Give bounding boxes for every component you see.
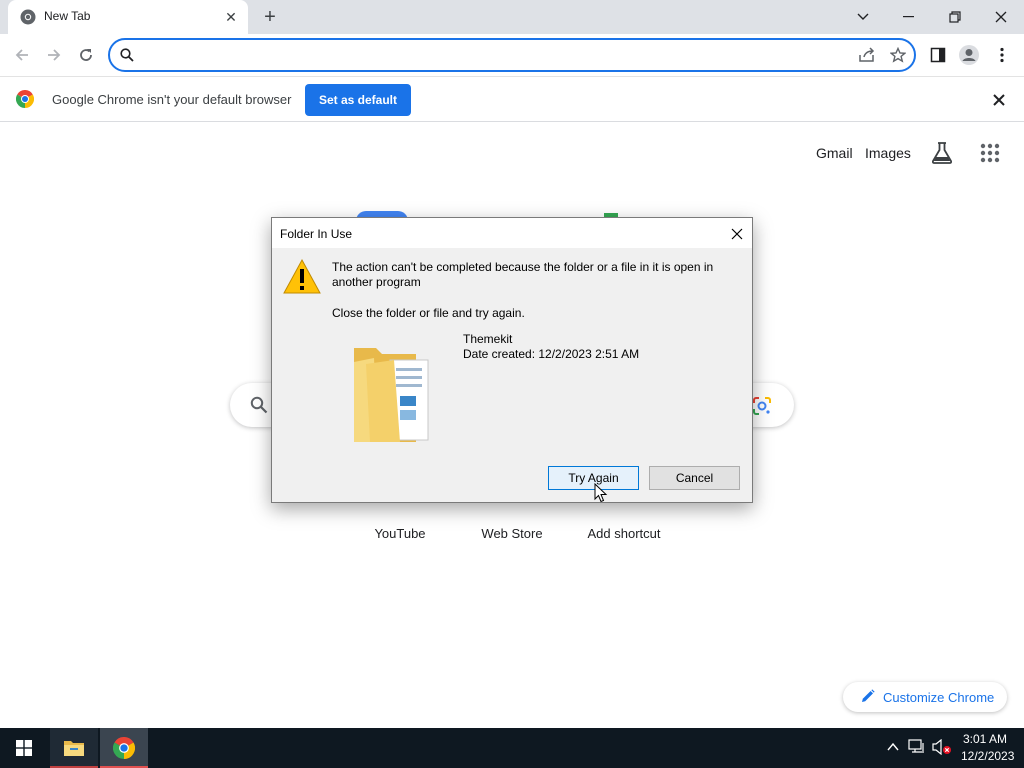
search-icon bbox=[120, 48, 134, 62]
network-icon[interactable] bbox=[908, 739, 926, 755]
pencil-icon bbox=[862, 689, 875, 702]
profile-avatar-icon[interactable] bbox=[956, 42, 982, 68]
dialog-message: The action can't be completed because th… bbox=[332, 260, 714, 289]
shortcut-web-store[interactable]: Web Store bbox=[462, 526, 562, 541]
gmail-link[interactable]: Gmail bbox=[816, 145, 853, 161]
menu-kebab-icon[interactable] bbox=[989, 42, 1015, 68]
shortcut-youtube[interactable]: YouTube bbox=[350, 526, 450, 541]
tab-search-icon[interactable] bbox=[840, 0, 886, 34]
warning-icon bbox=[283, 258, 321, 294]
dialog-item-name: Themekit bbox=[463, 332, 513, 346]
chrome-favicon-icon bbox=[20, 9, 36, 25]
dialog-hint: Close the folder or file and try again. bbox=[332, 306, 525, 320]
mouse-cursor-icon bbox=[594, 483, 608, 503]
folder-in-use-dialog: Folder In Use The action can't be comple… bbox=[271, 217, 753, 503]
dialog-title: Folder In Use bbox=[280, 227, 353, 241]
clock-time[interactable]: 3:01 AM bbox=[963, 732, 1007, 746]
side-panel-icon[interactable] bbox=[925, 42, 951, 68]
labs-flask-icon[interactable] bbox=[930, 141, 954, 165]
taskbar-chrome[interactable] bbox=[100, 728, 148, 768]
shortcut-add[interactable]: Add shortcut bbox=[574, 526, 674, 541]
taskbar-file-explorer[interactable] bbox=[50, 728, 98, 768]
taskbar: 3:01 AM 12/2/2023 bbox=[0, 728, 1024, 768]
clock-date[interactable]: 12/2/2023 bbox=[961, 749, 1014, 763]
new-tab-button[interactable]: + bbox=[258, 6, 282, 30]
toolbar bbox=[0, 34, 1024, 76]
infobar-message: Google Chrome isn't your default browser bbox=[52, 92, 292, 107]
customize-chrome-label: Customize Chrome bbox=[883, 690, 995, 705]
customize-chrome-button[interactable]: Customize Chrome bbox=[843, 682, 1007, 712]
file-explorer-icon bbox=[64, 741, 84, 756]
apps-grid-icon[interactable] bbox=[980, 143, 1000, 163]
omnibox[interactable] bbox=[108, 38, 916, 72]
cancel-button[interactable]: Cancel bbox=[649, 466, 740, 490]
back-button[interactable] bbox=[9, 42, 35, 68]
dialog-item-date: Date created: 12/2/2023 2:51 AM bbox=[463, 347, 640, 361]
reload-button[interactable] bbox=[73, 42, 99, 68]
tab-close-icon[interactable]: ✕ bbox=[222, 8, 240, 26]
tab-new-tab[interactable]: New Tab ✕ bbox=[8, 0, 248, 34]
close-window-button[interactable] bbox=[978, 0, 1024, 34]
share-icon[interactable] bbox=[858, 47, 876, 63]
google-lens-icon[interactable] bbox=[752, 396, 772, 416]
volume-muted-icon[interactable] bbox=[932, 739, 952, 755]
search-icon bbox=[250, 396, 268, 414]
restore-button[interactable] bbox=[932, 0, 978, 34]
close-icon[interactable] bbox=[724, 224, 750, 244]
folder-icon bbox=[354, 348, 429, 442]
bookmark-star-icon[interactable] bbox=[890, 47, 906, 63]
start-button[interactable] bbox=[0, 728, 48, 768]
chrome-logo-icon bbox=[113, 737, 135, 759]
windows-logo-icon bbox=[16, 740, 32, 756]
default-browser-infobar: Google Chrome isn't your default browser… bbox=[0, 76, 1024, 122]
close-icon[interactable] bbox=[990, 91, 1008, 109]
set-as-default-button[interactable]: Set as default bbox=[305, 84, 411, 116]
minimize-button[interactable] bbox=[886, 0, 932, 34]
tab-title: New Tab bbox=[44, 9, 91, 23]
dialog-titlebar[interactable]: Folder In Use bbox=[272, 218, 752, 248]
tab-strip: New Tab ✕ + bbox=[0, 0, 1024, 34]
tray-chevron-up-icon[interactable] bbox=[886, 740, 900, 754]
images-link[interactable]: Images bbox=[865, 145, 911, 161]
forward-button[interactable] bbox=[41, 42, 67, 68]
chrome-logo-icon bbox=[16, 90, 34, 108]
